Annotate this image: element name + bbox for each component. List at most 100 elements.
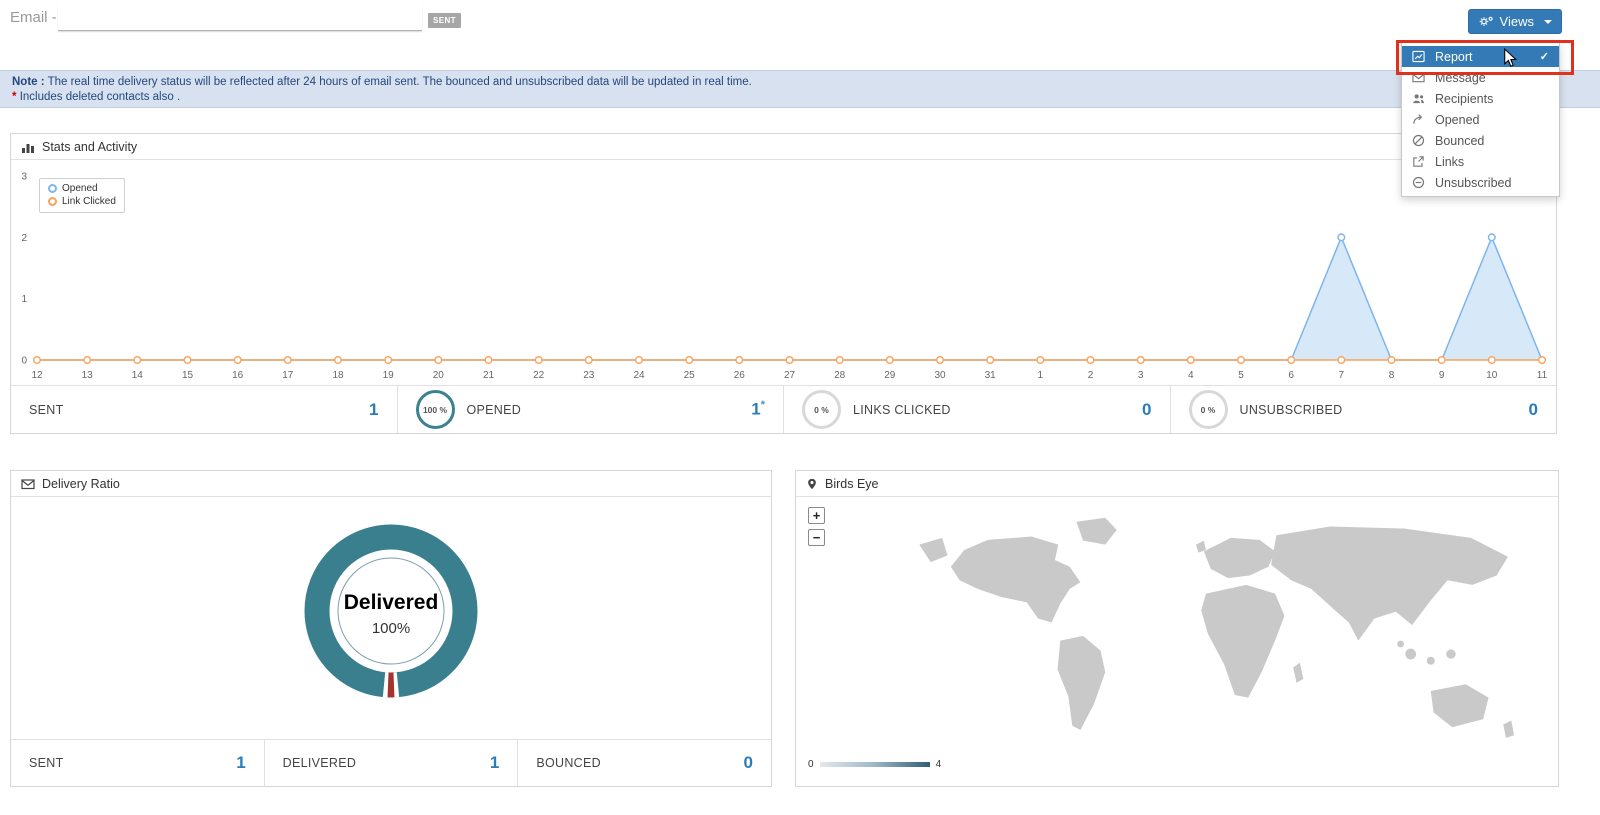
bounced-label: BOUNCED xyxy=(536,756,601,770)
svg-text:0: 0 xyxy=(21,356,27,367)
svg-text:19: 19 xyxy=(383,370,395,381)
delivery-sent-value: 1 xyxy=(236,753,246,772)
donut-center-label: Delivered xyxy=(344,591,439,614)
svg-text:29: 29 xyxy=(884,370,896,381)
svg-text:11: 11 xyxy=(1537,370,1548,381)
unsubscribed-label: UNSUBSCRIBED xyxy=(1239,402,1343,417)
sent-label: SENT xyxy=(29,402,64,417)
annotation-highlight xyxy=(1396,40,1574,75)
opened-series-marker xyxy=(48,184,57,193)
svg-text:24: 24 xyxy=(633,370,645,381)
stat-cell-sent: SENT 1 xyxy=(11,386,398,433)
ban-circle-icon xyxy=(1412,134,1426,147)
svg-text:7: 7 xyxy=(1339,370,1345,381)
menu-item-recipients-label: Recipients xyxy=(1435,91,1494,106)
menu-item-links-label: Links xyxy=(1435,154,1465,169)
external-link-icon xyxy=(1412,155,1426,168)
stat-cell-opened: 100 % OPENED 1* xyxy=(398,386,784,433)
legend-opened-label: Opened xyxy=(62,183,98,194)
note-text: The real time delivery status will be re… xyxy=(47,76,752,88)
svg-text:17: 17 xyxy=(282,370,294,381)
views-button[interactable]: Views xyxy=(1467,9,1562,34)
svg-text:18: 18 xyxy=(332,370,344,381)
note-line-1: Note : The real time delivery status wil… xyxy=(12,75,1588,90)
map-pin-icon xyxy=(808,478,816,489)
gears-icon xyxy=(1478,15,1494,28)
delivered-label: DELIVERED xyxy=(282,756,357,770)
zoom-in-button[interactable]: + xyxy=(808,507,825,524)
svg-text:16: 16 xyxy=(232,370,244,381)
map-zoom-controls: + − xyxy=(808,507,825,546)
links-clicked-value: 0 xyxy=(1142,399,1152,419)
opened-percent-badge: 100 % xyxy=(415,390,455,429)
links-clicked-label: LINKS CLICKED xyxy=(853,402,951,417)
menu-item-bounced-label: Bounced xyxy=(1435,133,1485,148)
menu-item-recipients[interactable]: Recipients xyxy=(1402,88,1559,109)
sent-value: 1 xyxy=(369,399,379,419)
legend-entry-opened[interactable]: Opened xyxy=(48,182,116,195)
chevron-down-icon xyxy=(1544,19,1552,24)
stats-activity-header: Stats and Activity xyxy=(11,134,1556,160)
delivery-cell-sent: SENT 1 xyxy=(11,740,265,786)
legend-min-value: 0 xyxy=(808,759,814,770)
note-bar: Note : The real time delivery status wil… xyxy=(0,70,1600,108)
svg-text:9: 9 xyxy=(1439,370,1445,381)
bounced-value: 0 xyxy=(743,753,754,772)
svg-text:23: 23 xyxy=(583,370,595,381)
chart-legend[interactable]: Opened Link Clicked xyxy=(39,178,125,213)
menu-item-bounced[interactable]: Bounced xyxy=(1402,130,1559,151)
birds-eye-panel: Birds Eye + − 0 4 xyxy=(795,470,1559,787)
share-arrow-icon xyxy=(1412,113,1426,126)
svg-text:12: 12 xyxy=(31,370,43,381)
link-clicked-series-marker xyxy=(48,197,57,206)
unsubscribed-percent-badge: 0 % xyxy=(1188,390,1228,429)
sent-status-badge: SENT xyxy=(428,13,461,28)
email-name-input[interactable] xyxy=(58,4,422,31)
note-asterisk: * xyxy=(12,91,17,103)
menu-item-links[interactable]: Links xyxy=(1402,151,1559,172)
svg-text:13: 13 xyxy=(82,370,94,381)
recipients-icon xyxy=(1412,92,1426,105)
envelope-icon xyxy=(21,478,35,489)
delivery-summary-row: SENT 1 DELIVERED 1 BOUNCED 0 xyxy=(11,739,771,786)
opened-value: 1* xyxy=(751,399,765,419)
world-map[interactable] xyxy=(891,503,1541,748)
birds-eye-title: Birds Eye xyxy=(825,476,879,491)
svg-text:6: 6 xyxy=(1288,370,1294,381)
minus-circle-icon xyxy=(1412,176,1426,189)
legend-max-value: 4 xyxy=(935,759,942,770)
note-footnote: Includes deleted contacts also . xyxy=(19,91,181,103)
delivery-ratio-header: Delivery Ratio xyxy=(11,471,771,497)
links-percent-badge: 0 % xyxy=(802,390,841,429)
donut-center-percent: 100% xyxy=(372,620,410,637)
activity-line-chart[interactable]: 012312 13 14 15 16 17 18 19 20 21 22 23 24 25 26 27 28 29… xyxy=(11,160,1554,386)
svg-text:8: 8 xyxy=(1389,370,1395,381)
delivery-ratio-panel: Delivery Ratio Delivered 100% SENT 1 DEL… xyxy=(10,470,772,787)
legend-entry-link-clicked[interactable]: Link Clicked xyxy=(48,195,116,208)
birds-eye-header: Birds Eye xyxy=(796,471,1558,497)
svg-text:4: 4 xyxy=(1188,370,1194,381)
legend-gradient-bar xyxy=(819,762,930,767)
menu-item-unsubscribed[interactable]: Unsubscribed xyxy=(1402,172,1559,193)
svg-text:2: 2 xyxy=(1088,370,1094,381)
svg-text:1: 1 xyxy=(21,294,27,305)
stats-activity-panel: Stats and Activity Opened Link Clicked 0… xyxy=(10,133,1557,434)
svg-text:21: 21 xyxy=(483,370,495,381)
delivered-value: 1 xyxy=(489,753,500,772)
svg-text:5: 5 xyxy=(1238,370,1244,381)
stats-panel-title: Stats and Activity xyxy=(42,139,138,154)
svg-text:14: 14 xyxy=(132,370,144,381)
svg-text:28: 28 xyxy=(834,370,846,381)
mouse-cursor xyxy=(1504,48,1518,67)
bar-chart-icon xyxy=(22,143,34,153)
stat-cell-links-clicked: 0 % LINKS CLICKED 0 xyxy=(784,386,1171,433)
zoom-out-button[interactable]: − xyxy=(808,529,825,546)
delivery-sent-label: SENT xyxy=(29,756,64,770)
menu-item-opened[interactable]: Opened xyxy=(1402,109,1559,130)
menu-item-opened-label: Opened xyxy=(1435,112,1480,127)
svg-text:15: 15 xyxy=(182,370,194,381)
delivery-donut-chart[interactable]: Delivered 100% xyxy=(291,511,491,711)
delivery-cell-bounced: BOUNCED 0 xyxy=(518,740,771,786)
svg-text:3: 3 xyxy=(1138,370,1144,381)
views-button-label: Views xyxy=(1499,14,1534,29)
